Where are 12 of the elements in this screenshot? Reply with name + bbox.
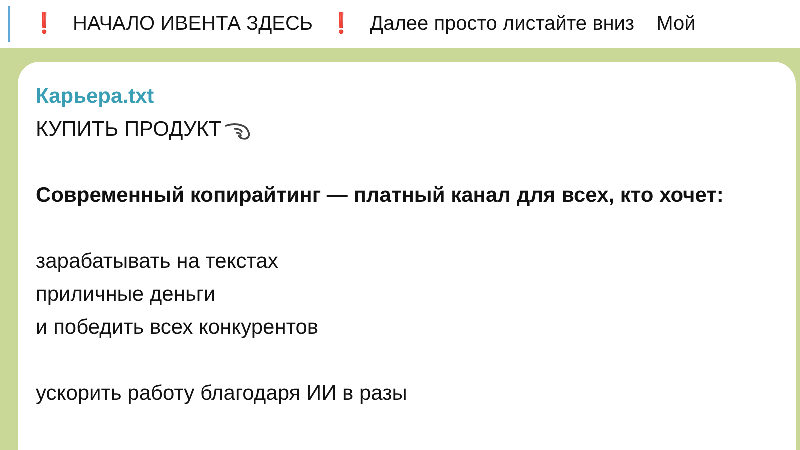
heading-text: Современный копирайтинг — платный канал для всех, кто хочет: bbox=[36, 183, 725, 209]
buy-link-text: КУПИТЬ ПРОДУКТ bbox=[36, 117, 222, 143]
exclamation-icon: ❗ bbox=[32, 9, 57, 39]
exclamation-icon: ❗ bbox=[329, 9, 354, 39]
pinned-text: Далее просто листайте вниз bbox=[370, 12, 635, 37]
message-line: и победить всех конкурентов bbox=[36, 315, 320, 341]
pinned-message-bar[interactable]: ❗ НАЧАЛО ИВЕНТА ЗДЕСЬ ❗ Далее просто листайте вниз Мой bbox=[0, 0, 800, 48]
message-line: ускорить работу благодаря ИИ в разы bbox=[36, 381, 408, 407]
message-line: приличные деньги bbox=[36, 282, 217, 308]
pinned-text: Мой bbox=[656, 12, 696, 37]
pinned-text: НАЧАЛО ИВЕНТА ЗДЕСЬ bbox=[73, 12, 314, 37]
message-line: зарабатывать на текстах bbox=[36, 249, 280, 275]
